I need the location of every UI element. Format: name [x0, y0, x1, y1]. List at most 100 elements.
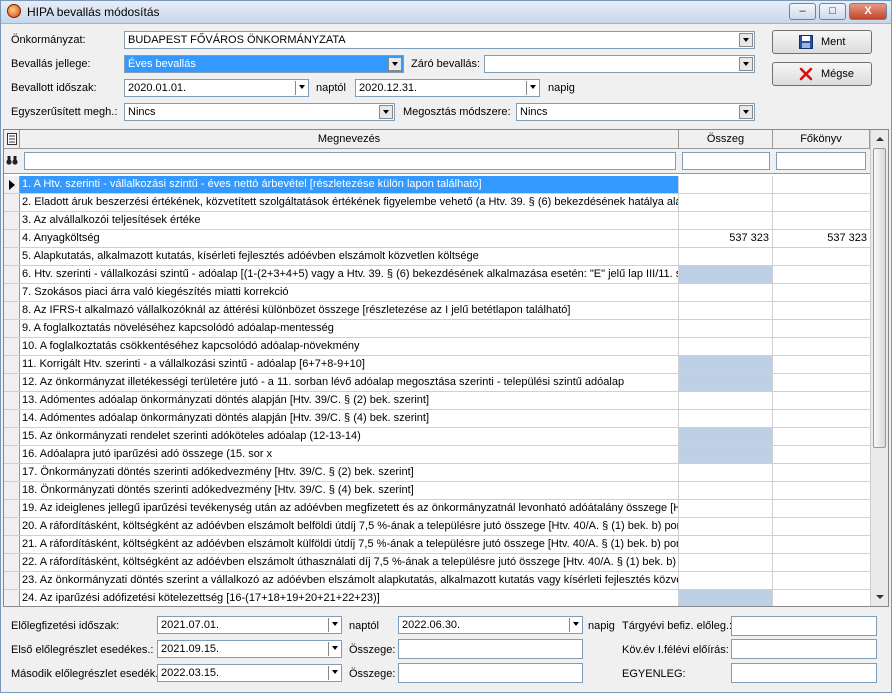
- maximize-button[interactable]: □: [819, 3, 846, 20]
- row-osszeg-cell[interactable]: 537 323: [679, 230, 773, 247]
- row-name-cell[interactable]: 15. Az önkormányzati rendelet szerinti a…: [20, 428, 679, 445]
- table-row[interactable]: 17. Önkormányzati döntés szerinti adóked…: [4, 464, 870, 482]
- row-osszeg-cell[interactable]: [679, 464, 773, 481]
- onkormanyzat-select[interactable]: BUDAPEST FŐVÁROS ÖNKORMÁNYZATA: [124, 31, 755, 49]
- jelleg-select[interactable]: Éves bevallás: [124, 55, 404, 73]
- table-row[interactable]: 16. Adóalapra jutó iparűzési adó összege…: [4, 446, 870, 464]
- row-osszeg-cell[interactable]: [679, 302, 773, 319]
- row-osszeg-cell[interactable]: [679, 320, 773, 337]
- row-fokonyv-cell[interactable]: [773, 554, 870, 571]
- targyevi-input[interactable]: [731, 616, 877, 636]
- row-name-cell[interactable]: 4. Anyagköltség: [20, 230, 679, 247]
- calendar-dropdown-icon[interactable]: [569, 618, 581, 632]
- row-indicator[interactable]: [4, 410, 20, 427]
- row-fokonyv-cell[interactable]: [773, 320, 870, 337]
- row-indicator[interactable]: [4, 500, 20, 517]
- row-name-cell[interactable]: 17. Önkormányzati döntés szerinti adóked…: [20, 464, 679, 481]
- column-header-name[interactable]: Megnevezés: [20, 130, 679, 148]
- row-fokonyv-cell[interactable]: [773, 536, 870, 553]
- row-indicator[interactable]: [4, 374, 20, 391]
- filter-input-osszeg[interactable]: [682, 152, 770, 170]
- row-name-cell[interactable]: 21. A ráfordításként, költségként az adó…: [20, 536, 679, 553]
- row-indicator[interactable]: [4, 518, 20, 535]
- masodik-date-input[interactable]: 2022.03.15.: [157, 664, 342, 682]
- scroll-up-icon[interactable]: [873, 132, 886, 146]
- idoszak-from-input[interactable]: 2020.01.01.: [124, 79, 309, 97]
- row-osszeg-cell[interactable]: [679, 518, 773, 535]
- table-row[interactable]: 4. Anyagköltség 537 323 537 323: [4, 230, 870, 248]
- row-name-cell[interactable]: 10. A foglalkoztatás csökkentéséhez kapc…: [20, 338, 679, 355]
- minimize-button[interactable]: –: [789, 3, 816, 20]
- masodik-osszeg-input[interactable]: [398, 663, 583, 683]
- close-button[interactable]: X: [849, 3, 887, 20]
- column-header-fokonyv[interactable]: Főkönyv: [773, 130, 870, 148]
- row-name-cell[interactable]: 22. A ráfordításként, költségként az adó…: [20, 554, 679, 571]
- row-fokonyv-cell[interactable]: 537 323: [773, 230, 870, 247]
- row-fokonyv-cell[interactable]: [773, 428, 870, 445]
- row-name-cell[interactable]: 24. Az iparűzési adófizetési kötelezetts…: [20, 590, 679, 606]
- row-name-cell[interactable]: 8. Az IFRS-t alkalmazó vállalkozóknál az…: [20, 302, 679, 319]
- calendar-dropdown-icon[interactable]: [328, 666, 340, 680]
- table-row[interactable]: 21. A ráfordításként, költségként az adó…: [4, 536, 870, 554]
- row-fokonyv-cell[interactable]: [773, 194, 870, 211]
- row-indicator[interactable]: [4, 554, 20, 571]
- scrollbar-thumb[interactable]: [873, 148, 886, 448]
- row-osszeg-cell[interactable]: [679, 428, 773, 445]
- row-osszeg-cell[interactable]: [679, 572, 773, 589]
- save-button[interactable]: Ment: [772, 30, 872, 54]
- column-header-osszeg[interactable]: Összeg: [679, 130, 773, 148]
- row-indicator[interactable]: [4, 446, 20, 463]
- scroll-down-icon[interactable]: [873, 590, 886, 604]
- table-row[interactable]: 11. Korrigált Htv. szerinti - a vállalko…: [4, 356, 870, 374]
- title-bar[interactable]: HIPA bevallás módosítás – □ X: [1, 1, 891, 24]
- row-fokonyv-cell[interactable]: [773, 266, 870, 283]
- row-name-cell[interactable]: 14. Adómentes adóalap önkormányzati dönt…: [20, 410, 679, 427]
- row-name-cell[interactable]: 3. Az alvállalkozói teljesítések értéke: [20, 212, 679, 229]
- table-row[interactable]: 7. Szokásos piaci árra való kiegészítés …: [4, 284, 870, 302]
- table-row[interactable]: 20. A ráfordításként, költségként az adó…: [4, 518, 870, 536]
- row-osszeg-cell[interactable]: [679, 410, 773, 427]
- filter-input-fokonyv[interactable]: [776, 152, 866, 170]
- chevron-down-icon[interactable]: [739, 105, 753, 119]
- row-indicator[interactable]: [4, 266, 20, 283]
- row-name-cell[interactable]: 5. Alapkutatás, alkalmazott kutatás, kís…: [20, 248, 679, 265]
- chevron-down-icon[interactable]: [379, 105, 393, 119]
- row-fokonyv-cell[interactable]: [773, 482, 870, 499]
- row-name-cell[interactable]: 7. Szokásos piaci árra való kiegészítés …: [20, 284, 679, 301]
- kov-input[interactable]: [731, 639, 877, 659]
- row-osszeg-cell[interactable]: [679, 590, 773, 606]
- row-name-cell[interactable]: 6. Htv. szerinti - vállalkozási szintű -…: [20, 266, 679, 283]
- row-name-cell[interactable]: 1. A Htv. szerinti - vállalkozási szintű…: [20, 176, 679, 193]
- row-name-cell[interactable]: 23. Az önkormányzati döntés szerint a vá…: [20, 572, 679, 589]
- row-indicator[interactable]: [4, 536, 20, 553]
- row-fokonyv-cell[interactable]: [773, 518, 870, 535]
- chevron-down-icon[interactable]: [739, 33, 753, 47]
- row-osszeg-cell[interactable]: [679, 554, 773, 571]
- row-fokonyv-cell[interactable]: [773, 212, 870, 229]
- calendar-dropdown-icon[interactable]: [295, 81, 307, 95]
- table-row[interactable]: 15. Az önkormányzati rendelet szerinti a…: [4, 428, 870, 446]
- calendar-dropdown-icon[interactable]: [526, 81, 538, 95]
- table-row[interactable]: 1. A Htv. szerinti - vállalkozási szintű…: [4, 176, 870, 194]
- elso-date-input[interactable]: 2021.09.15.: [157, 640, 342, 658]
- row-indicator[interactable]: [4, 464, 20, 481]
- table-row[interactable]: 23. Az önkormányzati döntés szerint a vá…: [4, 572, 870, 590]
- row-fokonyv-cell[interactable]: [773, 356, 870, 373]
- row-name-cell[interactable]: 18. Önkormányzati döntés szerinti adóked…: [20, 482, 679, 499]
- idoszak-to-input[interactable]: 2020.12.31.: [355, 79, 540, 97]
- eloleg-to-input[interactable]: 2022.06.30.: [398, 616, 583, 634]
- row-indicator[interactable]: [4, 194, 20, 211]
- row-osszeg-cell[interactable]: [679, 356, 773, 373]
- row-indicator[interactable]: [4, 212, 20, 229]
- chevron-down-icon[interactable]: [388, 57, 402, 71]
- row-name-cell[interactable]: 19. Az ideiglenes jellegű iparűzési tevé…: [20, 500, 679, 517]
- row-osszeg-cell[interactable]: [679, 212, 773, 229]
- table-row[interactable]: 24. Az iparűzési adófizetési kötelezetts…: [4, 590, 870, 606]
- chevron-down-icon[interactable]: [739, 57, 753, 71]
- table-row[interactable]: 2. Eladott áruk beszerzési értékének, kö…: [4, 194, 870, 212]
- elso-osszeg-input[interactable]: [398, 639, 583, 659]
- eloleg-from-input[interactable]: 2021.07.01.: [157, 616, 342, 634]
- table-row[interactable]: 5. Alapkutatás, alkalmazott kutatás, kís…: [4, 248, 870, 266]
- row-fokonyv-cell[interactable]: [773, 374, 870, 391]
- calendar-dropdown-icon[interactable]: [328, 618, 340, 632]
